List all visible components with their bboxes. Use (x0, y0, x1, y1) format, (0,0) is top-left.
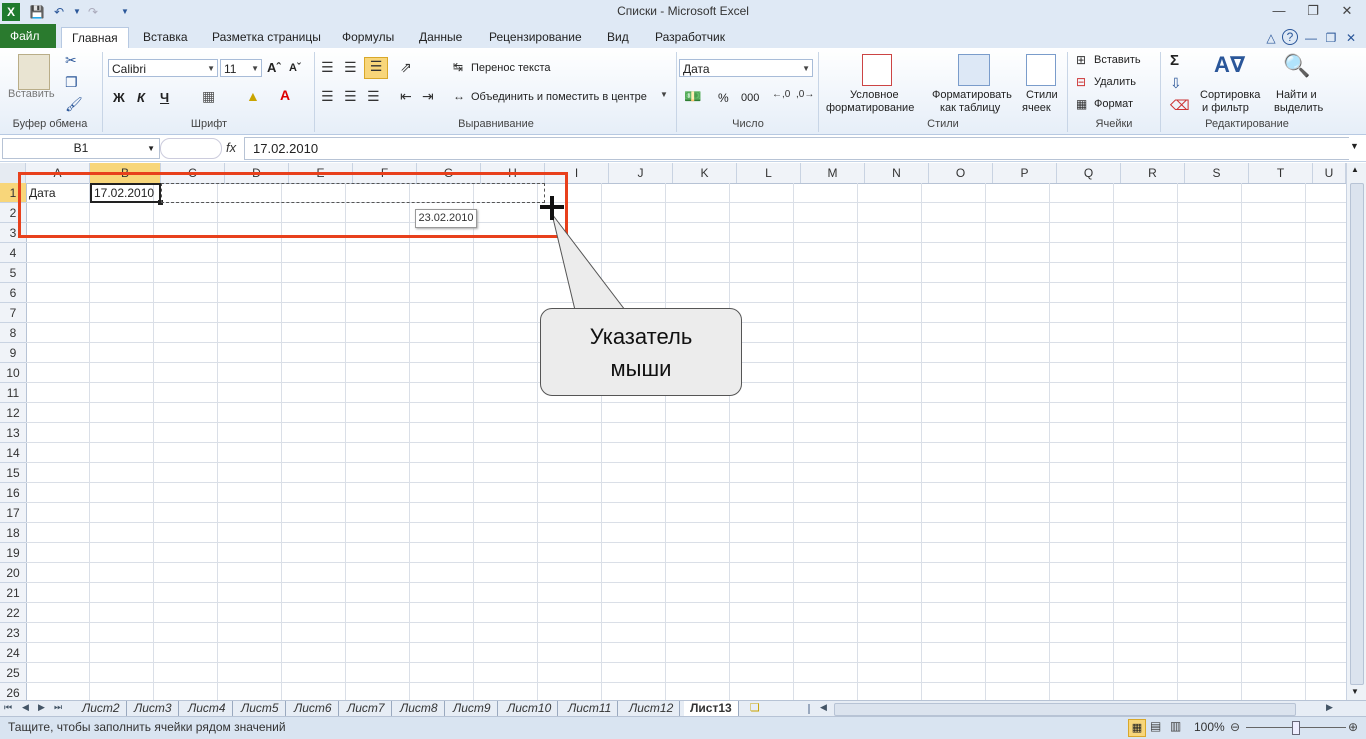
callout-line-1: Указатель (589, 324, 693, 349)
mouse-pointer-callout: Указатель мыши (540, 308, 742, 396)
callout-line-2: мыши (610, 356, 672, 381)
